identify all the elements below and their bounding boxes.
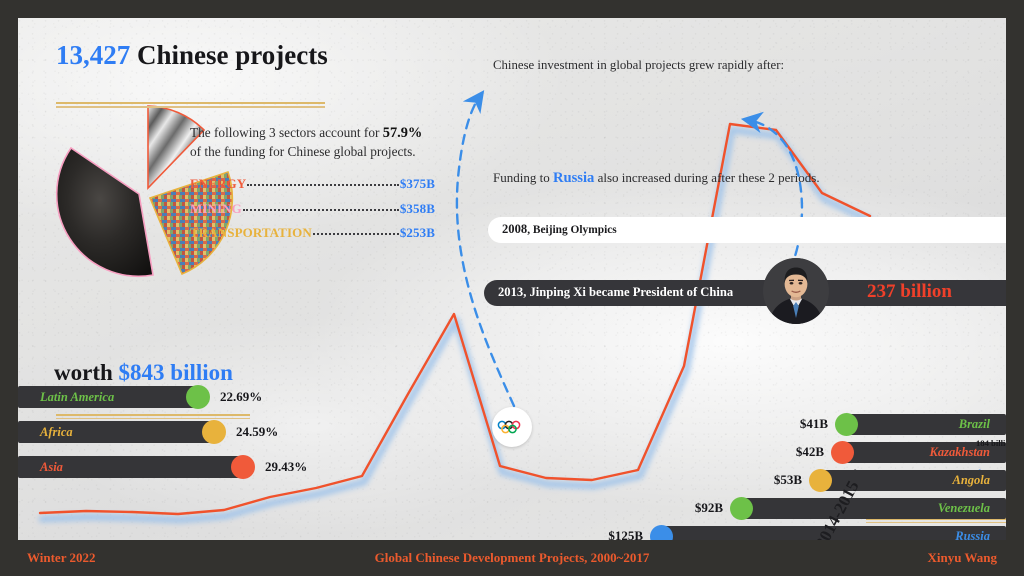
continent-label-africa: Africa (40, 424, 73, 439)
country-label-angola: Angola (952, 473, 990, 487)
footer-title: Global Chinese Development Projects, 200… (374, 550, 650, 565)
continent-bar-track: Latin America (18, 386, 198, 408)
intro-line1-a: The following 3 sectors account for (190, 125, 383, 140)
continent-pct-africa: 24.59% (236, 424, 279, 439)
annotation-lead-text: Chinese investment in global projects gr… (493, 58, 785, 72)
country-label-brazil: Brazil (958, 417, 990, 431)
country-funding-chart: Brazil $41B Kazakhstan $42B Angola $53B (586, 413, 1006, 540)
pie-slice-mining (55, 146, 154, 278)
country-label-russia: Russia (955, 529, 990, 540)
continent-pct-latin-america: 22.69% (220, 389, 263, 404)
sector-value-mining: $358B (399, 200, 435, 216)
worth-amount: $843 billion (118, 359, 233, 385)
callout-beijing-olympics: 2008, Beijing Olympics (488, 217, 1006, 243)
worth-heading: worth $843 billion (54, 361, 1006, 384)
continent-dot-latin-america (186, 385, 210, 409)
sector-name-transportation: TRANSPORTATION (190, 225, 312, 240)
continent-bar-track: Asia (18, 456, 243, 478)
country-bar-track: Venezuela (741, 498, 1006, 519)
country-row-brazil: Brazil $41B (586, 413, 1006, 436)
continent-bar-track: Africa (18, 421, 214, 443)
title-underline (56, 102, 325, 108)
footer-season: Winter 2022 (27, 550, 96, 565)
sector-name-mining: MINING (190, 200, 242, 216)
callout-olympics-year: 2008 (502, 222, 528, 236)
continent-dot-africa (202, 420, 226, 444)
continent-dot-asia (231, 455, 255, 479)
infographic-poster: 13,427 Chinese projects The following 3 … (0, 0, 1024, 576)
sector-value-transportation: $253B (399, 225, 435, 240)
country-dot-venezuela (730, 497, 753, 520)
country-dot-brazil (835, 413, 858, 436)
portrait-illustration (763, 258, 829, 324)
country-row-angola: Angola $53B (586, 469, 1006, 492)
callout-olympics-text: , Beijing Olympics (527, 224, 617, 236)
country-amount-brazil: $41B (799, 416, 828, 431)
poster-canvas: 13,427 Chinese projects The following 3 … (18, 18, 1006, 540)
continent-label-latin-america: Latin America (40, 389, 115, 404)
sector-name-energy: ENERGY (190, 176, 247, 191)
xi-jinping-portrait (763, 258, 829, 324)
intro-line2: of the funding for Chinese global projec… (190, 144, 416, 160)
continent-pct-asia: 29.43% (265, 459, 308, 474)
leader-dots-energy (247, 184, 399, 186)
dashed-arrow-xi (740, 111, 804, 272)
continent-share-chart: Latin America 22.69% Africa 24.59% Asia … (18, 385, 318, 491)
footer-author: Xinyu Wang (927, 550, 998, 565)
country-amount-angola: $53B (773, 472, 802, 487)
footer-bar: Winter 2022 Global Chinese Development P… (0, 540, 1024, 576)
country-amount-russia: $125B (608, 528, 643, 540)
leader-dots-mining (242, 208, 399, 211)
continent-row-africa: Africa 24.59% (18, 420, 318, 444)
country-label-venezuela: Venezuela (937, 501, 990, 515)
continent-label-asia: Asia (40, 459, 63, 474)
country-row-kazakhstan: Kazakhstan $42B (586, 441, 1006, 464)
page-title-rest: Chinese projects (130, 40, 328, 70)
country-amount-kazakhstan: $42B (795, 444, 824, 459)
sector-row-transportation: TRANSPORTATION $253B (190, 225, 435, 241)
intro-paragraph: The following 3 sectors account for 57.9… (190, 123, 442, 162)
sector-value-energy: $375B (399, 176, 435, 191)
project-count: 13,427 (56, 40, 131, 70)
leader-dots-transportation (312, 233, 399, 235)
russia-highlight: Russia (552, 170, 595, 186)
worth-prefix: worth (54, 359, 119, 385)
continent-row-asia: Asia 29.43% (18, 455, 318, 479)
sector-row-mining: MINING $358B (190, 201, 435, 217)
intro-percent: 57.9% (382, 125, 423, 141)
country-amount-venezuela: $92B (694, 500, 723, 515)
sector-funding-list: ENERGY $375B MINING $358B TRANSPORTATION… (190, 176, 435, 250)
sector-row-energy: ENERGY $375B (190, 176, 435, 192)
line-label-end: 184 billion (976, 438, 1006, 448)
russia-text-a: Funding to (493, 170, 553, 185)
continent-row-latin-america: Latin America 22.69% (18, 385, 318, 409)
russia-text-c: also increased during after these 2 peri… (594, 170, 820, 185)
